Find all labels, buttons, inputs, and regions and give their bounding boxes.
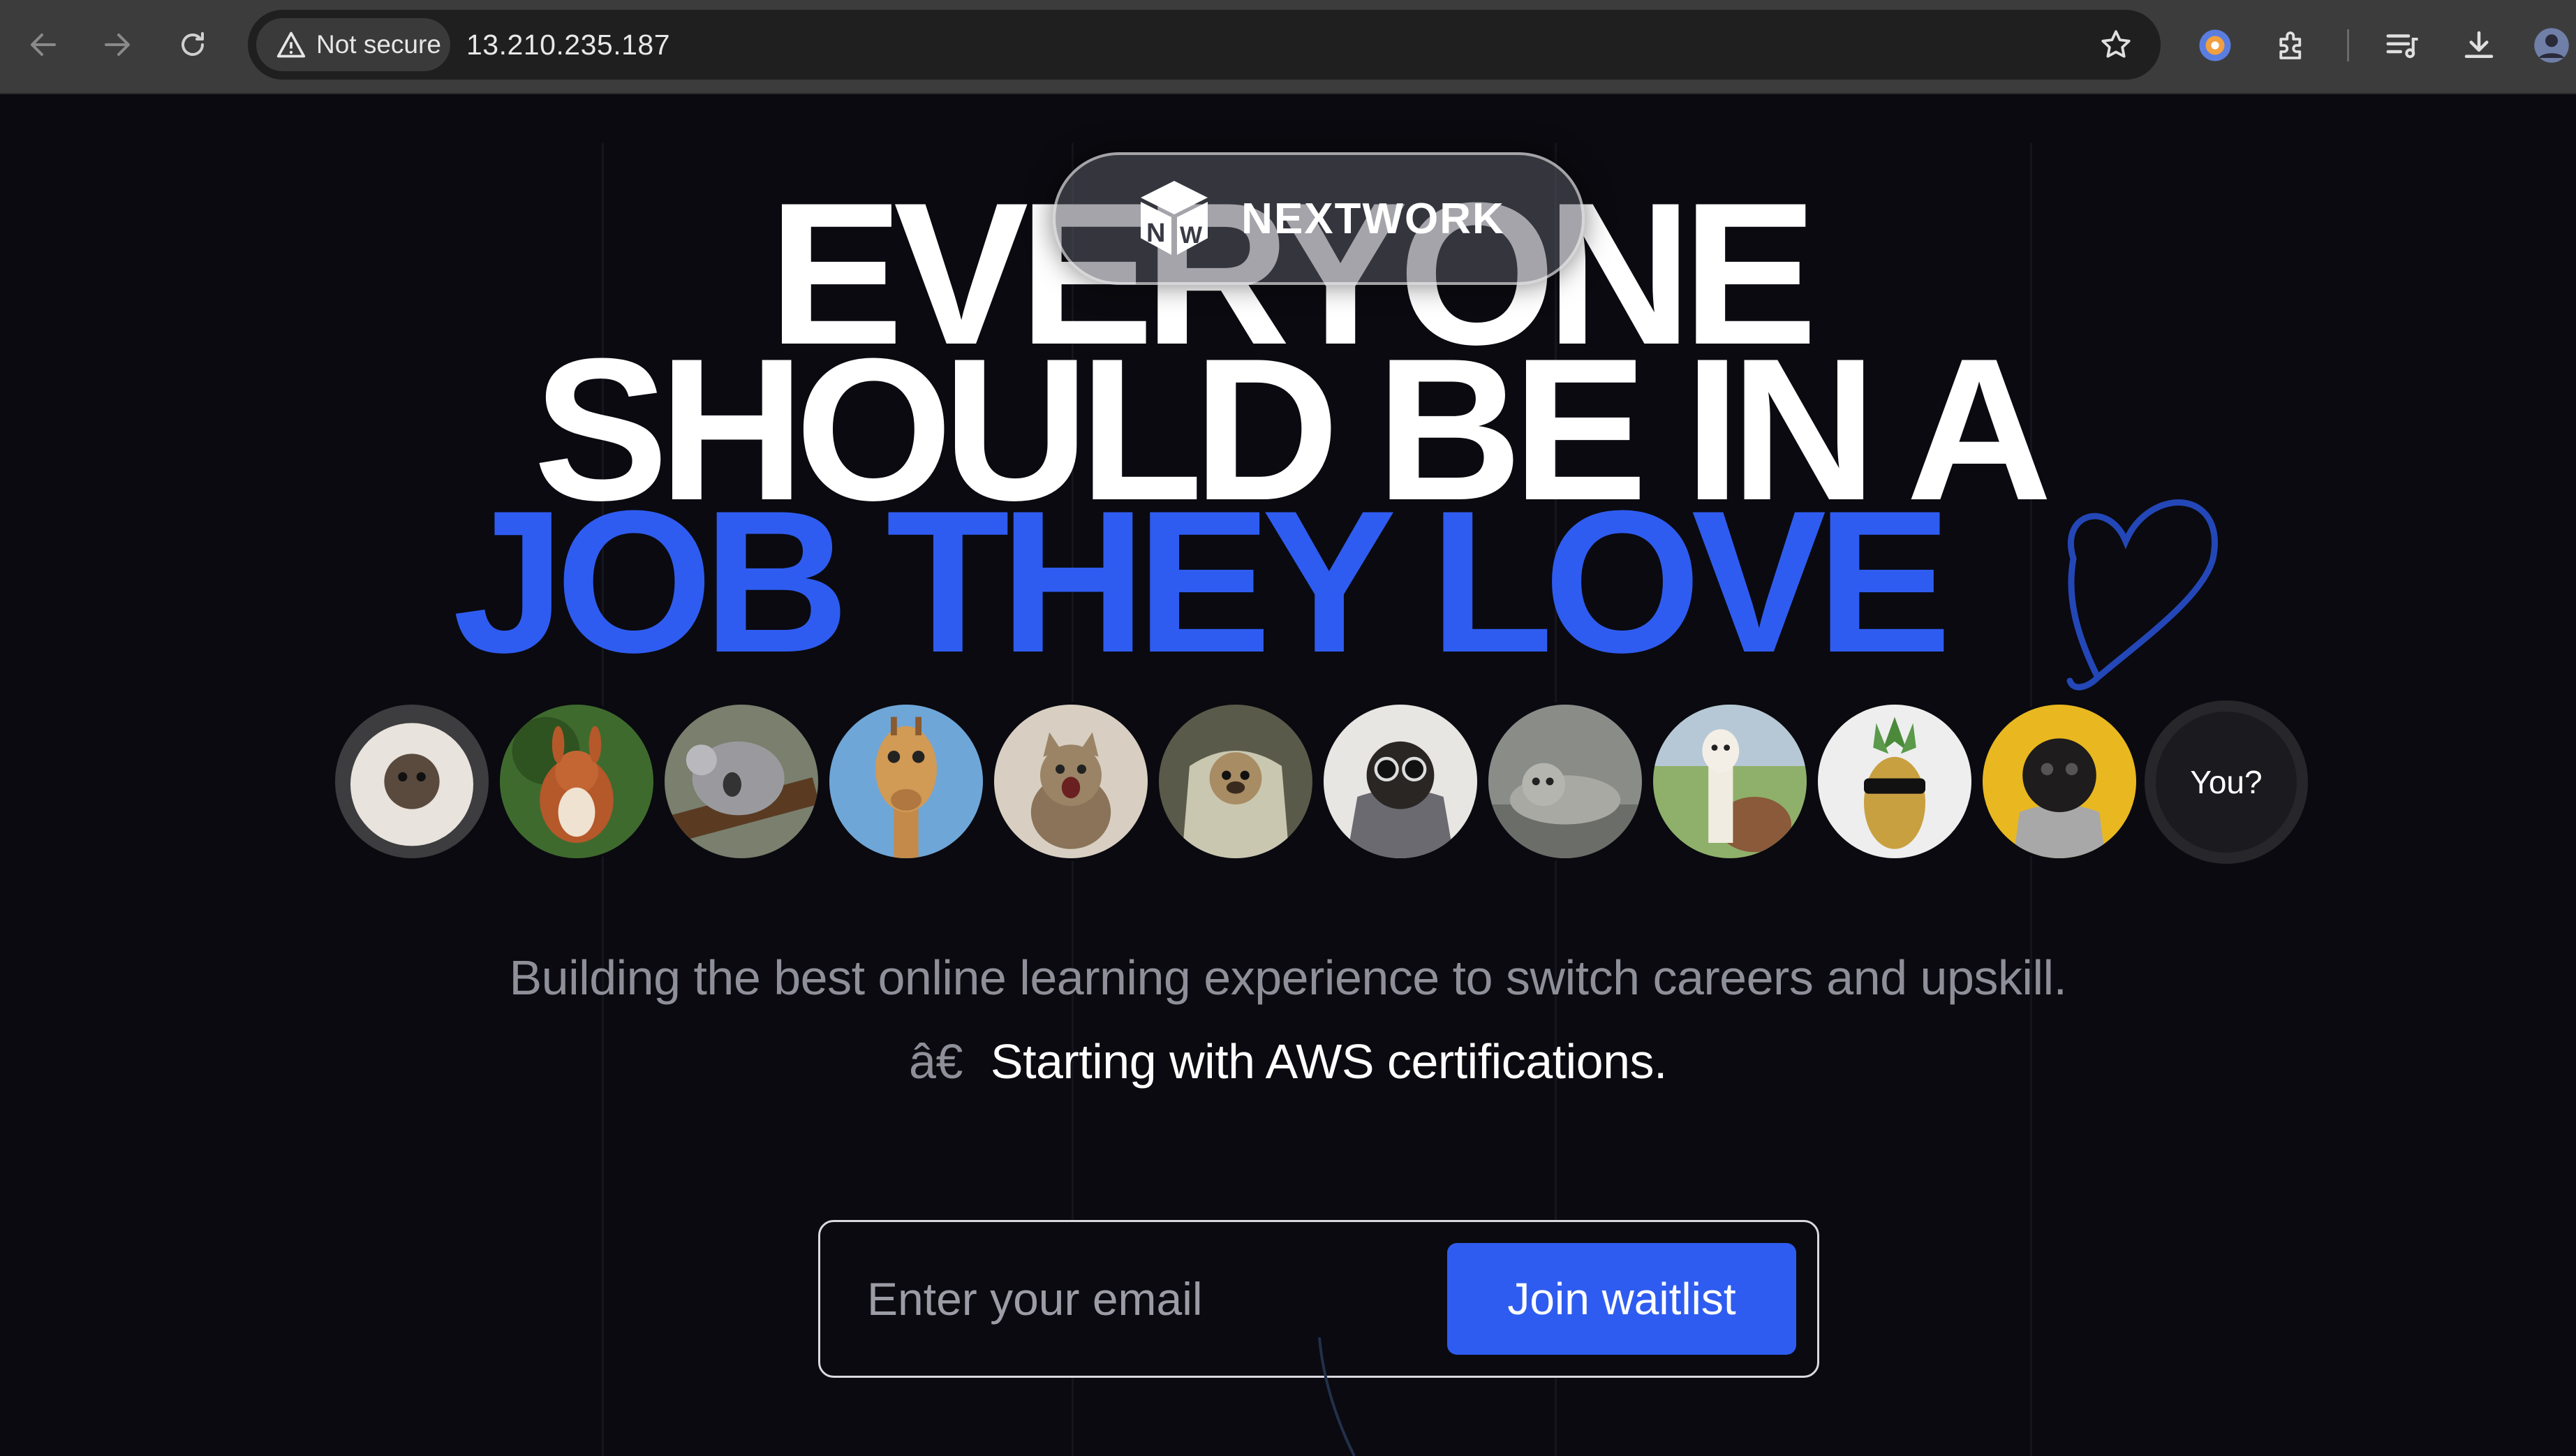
- avatar-red-squirrel: [497, 702, 656, 861]
- reload-button[interactable]: [166, 18, 219, 71]
- avatar-row: You?: [332, 700, 2343, 865]
- profile-button[interactable]: [2527, 21, 2576, 70]
- avatar-pug-in-fur-hood: [332, 702, 491, 861]
- extensions-button[interactable]: [2267, 21, 2316, 70]
- avatar-pineapple-with-sunglasses: [1815, 702, 1974, 861]
- security-indicator[interactable]: Not secure: [256, 18, 450, 71]
- forward-button[interactable]: [91, 18, 144, 71]
- svg-text:W: W: [1180, 222, 1203, 249]
- decorative-curve: [1318, 1337, 1356, 1456]
- warning-icon: [276, 31, 306, 58]
- avatar-pug-in-blanket: [1156, 702, 1315, 861]
- encoding-artifact-text: â€: [909, 1034, 963, 1089]
- join-waitlist-button[interactable]: Join waitlist: [1447, 1243, 1796, 1355]
- arrow-right-icon: [105, 34, 130, 56]
- avatar-icon: [2534, 28, 2569, 63]
- avatar-pug-with-glasses: [1321, 702, 1480, 861]
- security-label: Not secure: [316, 30, 441, 59]
- avatar-you-placeholder[interactable]: You?: [2145, 700, 2308, 864]
- bookmark-button[interactable]: [2095, 24, 2137, 66]
- reading-list-button[interactable]: [2378, 21, 2427, 70]
- back-button[interactable]: [17, 18, 70, 71]
- nextwork-cube-icon: N W: [1132, 175, 1216, 263]
- avatar-black-pug-yellow-bg: [1980, 702, 2139, 861]
- avatar-giraffe: [827, 702, 986, 861]
- reload-icon: [182, 32, 204, 56]
- avatar-alpaca: [1650, 702, 1809, 861]
- nextwork-logo[interactable]: N W NEXTWORK: [1053, 152, 1585, 285]
- avatar-seal: [1486, 702, 1645, 861]
- downloads-button[interactable]: [2455, 21, 2503, 70]
- logo-text: NEXTWORK: [1241, 194, 1505, 243]
- subtitle-text: Building the best online learning experi…: [509, 950, 2067, 1005]
- url-text[interactable]: 13.210.235.187: [466, 10, 670, 80]
- download-icon: [2464, 31, 2494, 58]
- playlist-icon: [2386, 34, 2418, 59]
- toolbar-separator: [2347, 29, 2349, 61]
- star-icon: [2101, 30, 2131, 58]
- address-bar[interactable]: Not secure 13.210.235.187: [248, 10, 2161, 80]
- puzzle-icon: [2279, 31, 2302, 59]
- arrow-left-icon: [31, 34, 56, 56]
- landing-page: EVERYONE SHOULD BE IN A JOB THEY LOVE N …: [0, 94, 2576, 1456]
- extension-logo-icon: [2199, 29, 2231, 61]
- extension-profile-button[interactable]: [2191, 21, 2240, 70]
- avatar-sleeping-koala: [662, 702, 821, 861]
- svg-text:N: N: [1146, 219, 1165, 248]
- browser-toolbar: Not secure 13.210.235.187: [0, 0, 2576, 94]
- aws-certifications-text: Starting with AWS certifications.: [990, 1034, 1668, 1089]
- subtitle-aws-line: â€ Starting with AWS certifications.: [0, 1034, 2576, 1089]
- avatar-shouting-kitten: [991, 702, 1150, 861]
